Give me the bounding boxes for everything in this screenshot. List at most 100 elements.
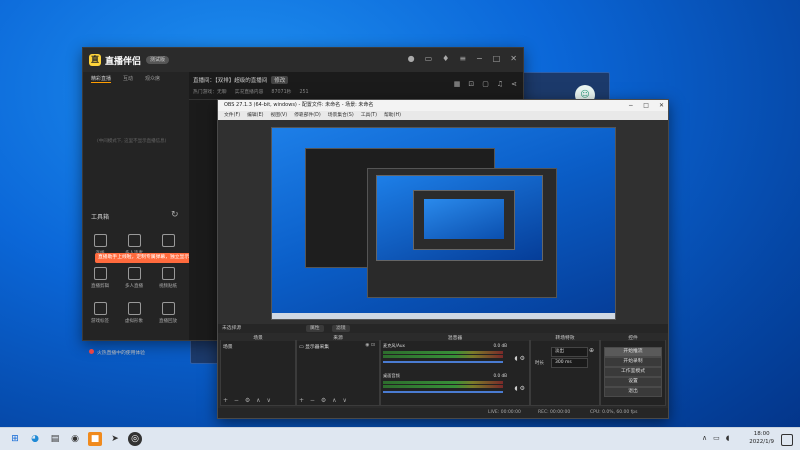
share-icon[interactable]: ⋖ [511,80,517,88]
mixer-dock: 混音器 麦克风/Aux 0.0 dB ◖ ⚙ 桌面音频 0.0 dB ◖ ⚙ [380,334,530,406]
add-transition-icon[interactable]: ⊕ [589,347,594,354]
scenes-dock: 场景 场景 + − ⚙ ∧ ∨ [220,334,296,406]
notification-icon[interactable] [781,434,793,446]
feedback-link[interactable]: 火热直播中的使用体验 [89,349,145,356]
properties-button[interactable]: 属性 [306,325,324,332]
exit-button[interactable]: 退出 [604,387,662,397]
chart-icon[interactable]: ▢ [482,80,489,88]
minimize-icon[interactable]: − [628,100,633,111]
selection-bar: 未选择源 属性 滤镜 [218,324,668,333]
maximize-icon[interactable]: □ [493,54,501,63]
sources-header: 来源 [297,334,379,341]
start-recording-button[interactable]: 开始录制 [604,357,662,367]
tool-sticker[interactable]: 视频贴纸 [153,267,183,289]
tab-live[interactable]: 精彩直播 [91,75,112,83]
eye-icon[interactable]: ◉ [365,343,369,348]
tool-task[interactable] [153,234,183,250]
filters-button[interactable]: 滤镜 [332,325,350,332]
refresh-icon[interactable]: ↻ [171,210,179,220]
menu-tools[interactable]: 工具(T) [361,111,377,120]
obs-titlebar[interactable]: OBS 27.1.3 (64-bit, windows) - 配置文件: 未命名… [218,100,668,111]
tool-avatar[interactable]: 虚拟形象 [119,302,149,324]
user-icon [127,234,141,247]
scene-item[interactable]: 场景 [223,343,233,350]
clipboard-icon [161,234,175,247]
menu-docks[interactable]: 停靠部件(D) [294,111,321,120]
live-companion-titlebar[interactable]: 直 直播伴侣 测试版 ● ▭ ♦ ≡ − □ ✕ [83,48,523,72]
start-icon[interactable]: ⊞ [8,432,22,446]
sources-dock: 来源 ▭ 显示器采集 ◉ ⊡ + − ⚙ ∧ ∨ [296,334,380,406]
volume-icon[interactable]: ◖ [726,434,730,442]
volume-slider[interactable] [383,391,503,393]
volume-slider[interactable] [383,361,503,363]
tool-game-tag[interactable]: 游戏标签 [85,302,115,324]
edge-icon[interactable]: ◕ [28,432,42,446]
steam-icon[interactable]: ◉ [68,432,82,446]
tab-audience[interactable]: 观众席 [145,75,160,83]
network-icon[interactable]: ▭ [713,434,720,442]
gamepad-icon [93,302,107,315]
menu-edit[interactable]: 编辑(E) [247,111,263,120]
tool-replay[interactable]: 直播回放 [153,302,183,324]
lock-icon[interactable]: ⊡ [468,80,474,88]
tab-interact[interactable]: 互动 [123,75,133,83]
sources-toolbar[interactable]: + − ⚙ ∧ ∨ [299,397,349,404]
mixer-header: 混音器 [381,334,529,341]
empty-message: (中间模式下, 这里不显示直播信息) [97,139,167,144]
shirt-icon[interactable]: ♦ [442,54,449,63]
settings-button[interactable]: 设置 [604,377,662,387]
chevron-up-icon[interactable]: ∧ [702,434,707,442]
gear-icon[interactable]: ⚙ [520,355,525,362]
obs-preview[interactable] [218,120,668,324]
duration-input[interactable]: 300 ms [551,358,588,368]
message-icon[interactable]: ▭ [425,54,433,63]
menu-scene-collection[interactable]: 场景集合(S) [328,111,354,120]
obs-window[interactable]: OBS 27.1.3 (64-bit, windows) - 配置文件: 未命名… [217,99,669,419]
clock[interactable]: 18:00 2022/1/9 [749,430,774,446]
nested-obs-window [367,168,557,298]
menu-icon[interactable]: ≡ [459,54,466,63]
scenes-toolbar[interactable]: + − ⚙ ∧ ∨ [223,397,273,404]
tool-clip[interactable]: 直播剪辑 [85,267,115,289]
avatar-icon[interactable]: ● [408,54,415,63]
menu-help[interactable]: 帮助(H) [384,111,401,120]
controls-header: 控件 [601,334,665,341]
mixer-row-mic: 桌面音频 0.0 dB ◖ ⚙ [383,373,525,399]
menu-file[interactable]: 文件(F) [224,111,240,120]
controls-dock: 控件 开始推流 开始录制 工作室模式 设置 退出 [600,334,666,406]
live-companion-taskbar-icon[interactable]: ➤ [108,432,122,446]
bell-icon[interactable]: ♫ [497,80,503,88]
speaker-icon[interactable]: ◖ [515,385,518,392]
no-source-label: 未选择源 [222,326,242,331]
preview-canvas [271,127,616,320]
start-streaming-button[interactable]: 开始推流 [604,347,662,357]
speaker-icon[interactable]: ◖ [515,355,518,362]
studio-mode-button[interactable]: 工作室模式 [604,367,662,377]
level-meter [383,385,503,388]
maximize-icon[interactable]: □ [643,100,649,111]
source-item[interactable]: ▭ 显示器采集 ◉ ⊡ [299,343,377,350]
transition-select[interactable]: 淡出 [551,347,588,357]
clock-date: 2022/1/9 [749,439,774,445]
mixer-db: 0.0 dB [493,373,507,378]
windows-taskbar: ⊞ ◕ ▤ ◉ ■ ➤ ◎ ∧ ▭ ◖ 18:00 2022/1/9 [0,427,800,450]
menu-view[interactable]: 视图(V) [270,111,287,120]
tool-multi-live[interactable]: 多人直播 [119,267,149,289]
minimize-icon[interactable]: − [476,54,483,63]
gear-icon[interactable]: ⚙ [520,385,525,392]
duration-label: 时长 [535,361,544,366]
version-badge: 测试版 [146,56,170,64]
level-meter [383,351,503,354]
obs-taskbar-icon[interactable]: ◎ [128,432,142,446]
level-meter [383,355,503,358]
live-status: LIVE: 00:00:00 [488,410,521,415]
gift-icon[interactable]: ▦ [454,80,461,88]
download-icon [161,302,175,315]
toolbox-title: 工具箱 [91,214,110,221]
edit-room-button[interactable]: 修改 [271,76,289,84]
app-icon[interactable]: ■ [88,432,102,446]
close-icon[interactable]: ✕ [659,100,664,111]
file-explorer-icon[interactable]: ▤ [48,432,62,446]
lock-icon[interactable]: ⊡ [371,343,375,348]
close-icon[interactable]: ✕ [510,54,517,63]
